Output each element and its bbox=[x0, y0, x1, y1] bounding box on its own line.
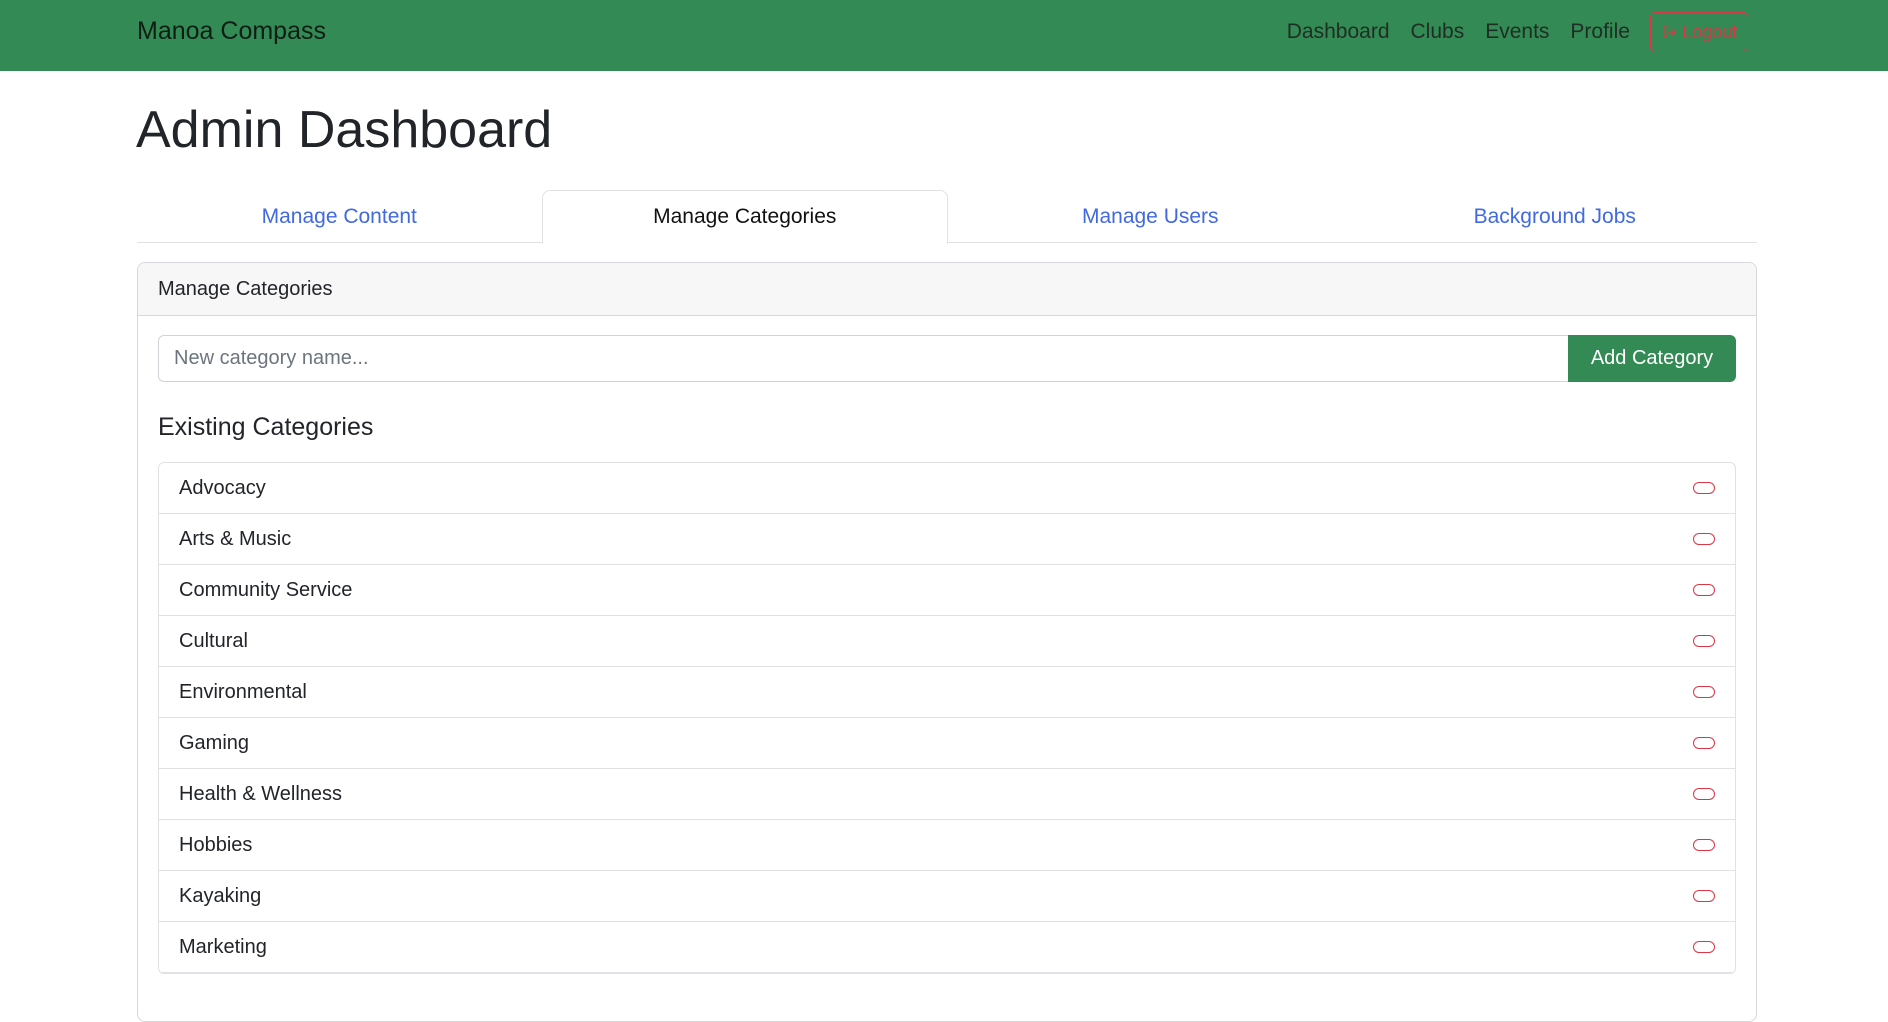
category-name: Arts & Music bbox=[179, 527, 292, 550]
list-item: Health & Wellness bbox=[159, 769, 1735, 820]
tab-manage-users[interactable]: Manage Users bbox=[948, 190, 1353, 243]
tab-manage-categories[interactable]: Manage Categories bbox=[541, 190, 948, 244]
list-item: Marketing bbox=[159, 922, 1735, 973]
delete-category-button[interactable] bbox=[1693, 635, 1715, 647]
delete-category-button[interactable] bbox=[1693, 839, 1715, 851]
existing-categories-heading: Existing Categories bbox=[158, 413, 374, 441]
nav-links: Dashboard Clubs Events Profile Logout bbox=[1266, 12, 1748, 52]
nav-link-profile[interactable]: Profile bbox=[1570, 20, 1630, 44]
card-header: Manage Categories bbox=[138, 263, 1756, 316]
delete-category-button[interactable] bbox=[1693, 788, 1715, 800]
delete-category-button[interactable] bbox=[1693, 686, 1715, 698]
tab-background-jobs[interactable]: Background Jobs bbox=[1353, 190, 1758, 243]
category-name: Health & Wellness bbox=[179, 782, 343, 805]
delete-category-button[interactable] bbox=[1693, 584, 1715, 596]
category-name: Gaming bbox=[179, 731, 250, 754]
category-name: Community Service bbox=[179, 578, 353, 601]
tab-manage-content[interactable]: Manage Content bbox=[137, 190, 542, 243]
list-item: Kayaking bbox=[159, 871, 1735, 922]
list-item: Gaming bbox=[159, 718, 1735, 769]
admin-tabs: Manage Content Manage Categories Manage … bbox=[137, 190, 1758, 244]
navbar: Manoa Compass Dashboard Clubs Events Pro… bbox=[0, 0, 1888, 71]
list-item: Environmental bbox=[159, 667, 1735, 718]
logout-icon bbox=[1663, 26, 1676, 38]
nav-link-clubs[interactable]: Clubs bbox=[1411, 20, 1465, 44]
category-name: Cultural bbox=[179, 629, 248, 652]
list-item: Hobbies bbox=[159, 820, 1735, 871]
category-list: Advocacy Arts & Music Community Service … bbox=[158, 462, 1736, 974]
category-name: Marketing bbox=[179, 935, 267, 958]
page-title: Admin Dashboard bbox=[136, 101, 553, 159]
list-item: Arts & Music bbox=[159, 514, 1735, 565]
delete-category-button[interactable] bbox=[1693, 737, 1715, 749]
nav-link-events[interactable]: Events bbox=[1485, 20, 1549, 44]
list-item: Community Service bbox=[159, 565, 1735, 616]
manage-categories-card: Manage Categories Add Category Existing … bbox=[137, 262, 1757, 1022]
delete-category-button[interactable] bbox=[1693, 533, 1715, 545]
category-name: Environmental bbox=[179, 680, 307, 703]
add-category-form: Add Category bbox=[158, 335, 1736, 382]
list-item: Cultural bbox=[159, 616, 1735, 667]
category-name: Advocacy bbox=[179, 476, 266, 499]
category-name: Hobbies bbox=[179, 833, 253, 856]
delete-category-button[interactable] bbox=[1693, 890, 1715, 902]
new-category-input[interactable] bbox=[158, 335, 1568, 382]
delete-category-button[interactable] bbox=[1693, 482, 1715, 494]
list-item: Advocacy bbox=[159, 463, 1735, 514]
nav-link-dashboard[interactable]: Dashboard bbox=[1287, 20, 1390, 44]
logout-label: Logout bbox=[1681, 21, 1737, 42]
brand-logo[interactable]: Manoa Compass bbox=[137, 15, 326, 47]
delete-category-button[interactable] bbox=[1693, 941, 1715, 953]
logout-button[interactable]: Logout bbox=[1649, 12, 1748, 52]
category-name: Kayaking bbox=[179, 884, 262, 907]
add-category-button[interactable]: Add Category bbox=[1568, 335, 1736, 382]
